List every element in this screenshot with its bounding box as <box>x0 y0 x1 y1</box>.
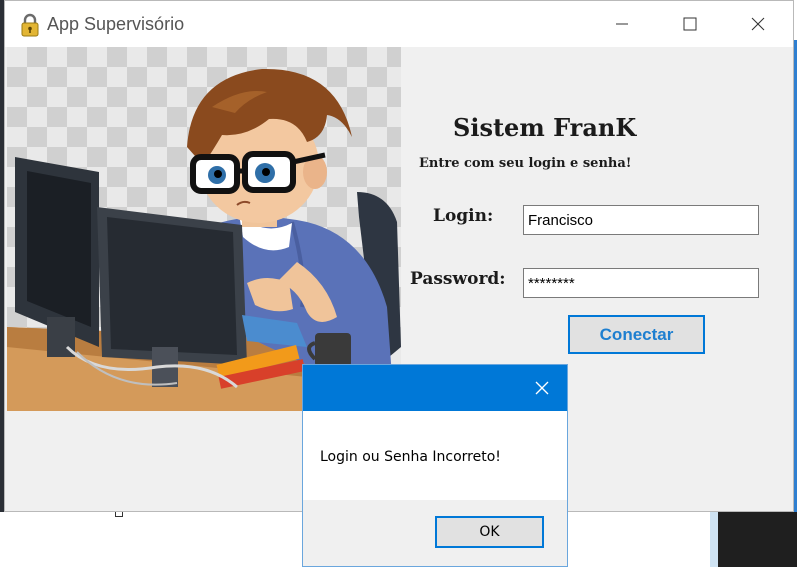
maximize-icon <box>683 17 697 31</box>
ok-button[interactable]: OK <box>435 516 544 548</box>
lock-icon <box>19 13 41 37</box>
app-subtitle: Entre com seu login e senha! <box>419 156 632 171</box>
minimize-button[interactable] <box>591 1 653 47</box>
dialog-close-button[interactable] <box>517 365 567 411</box>
close-button[interactable] <box>727 1 789 47</box>
background-dark-panel <box>718 512 797 567</box>
login-label: Login: <box>433 206 494 226</box>
window-title: App Supervisório <box>47 14 185 34</box>
background-window-edge <box>710 512 718 567</box>
maximize-button[interactable] <box>659 1 721 47</box>
minimize-icon <box>616 23 628 25</box>
password-input[interactable] <box>523 268 759 298</box>
dialog-body: Login ou Senha Incorreto! <box>303 411 567 500</box>
close-icon <box>751 17 765 31</box>
close-icon <box>535 381 549 395</box>
login-input[interactable] <box>523 205 759 235</box>
connect-button[interactable]: Conectar <box>568 315 705 354</box>
dialog-message: Login ou Senha Incorreto! <box>320 449 501 465</box>
illustration-image <box>7 47 401 411</box>
dialog-title-bar[interactable] <box>303 365 567 411</box>
password-label: Password: <box>410 269 506 289</box>
title-bar[interactable]: App Supervisório <box>5 1 793 47</box>
error-dialog: Login ou Senha Incorreto! OK <box>302 364 568 567</box>
app-title: Sistem FranK <box>453 113 637 142</box>
